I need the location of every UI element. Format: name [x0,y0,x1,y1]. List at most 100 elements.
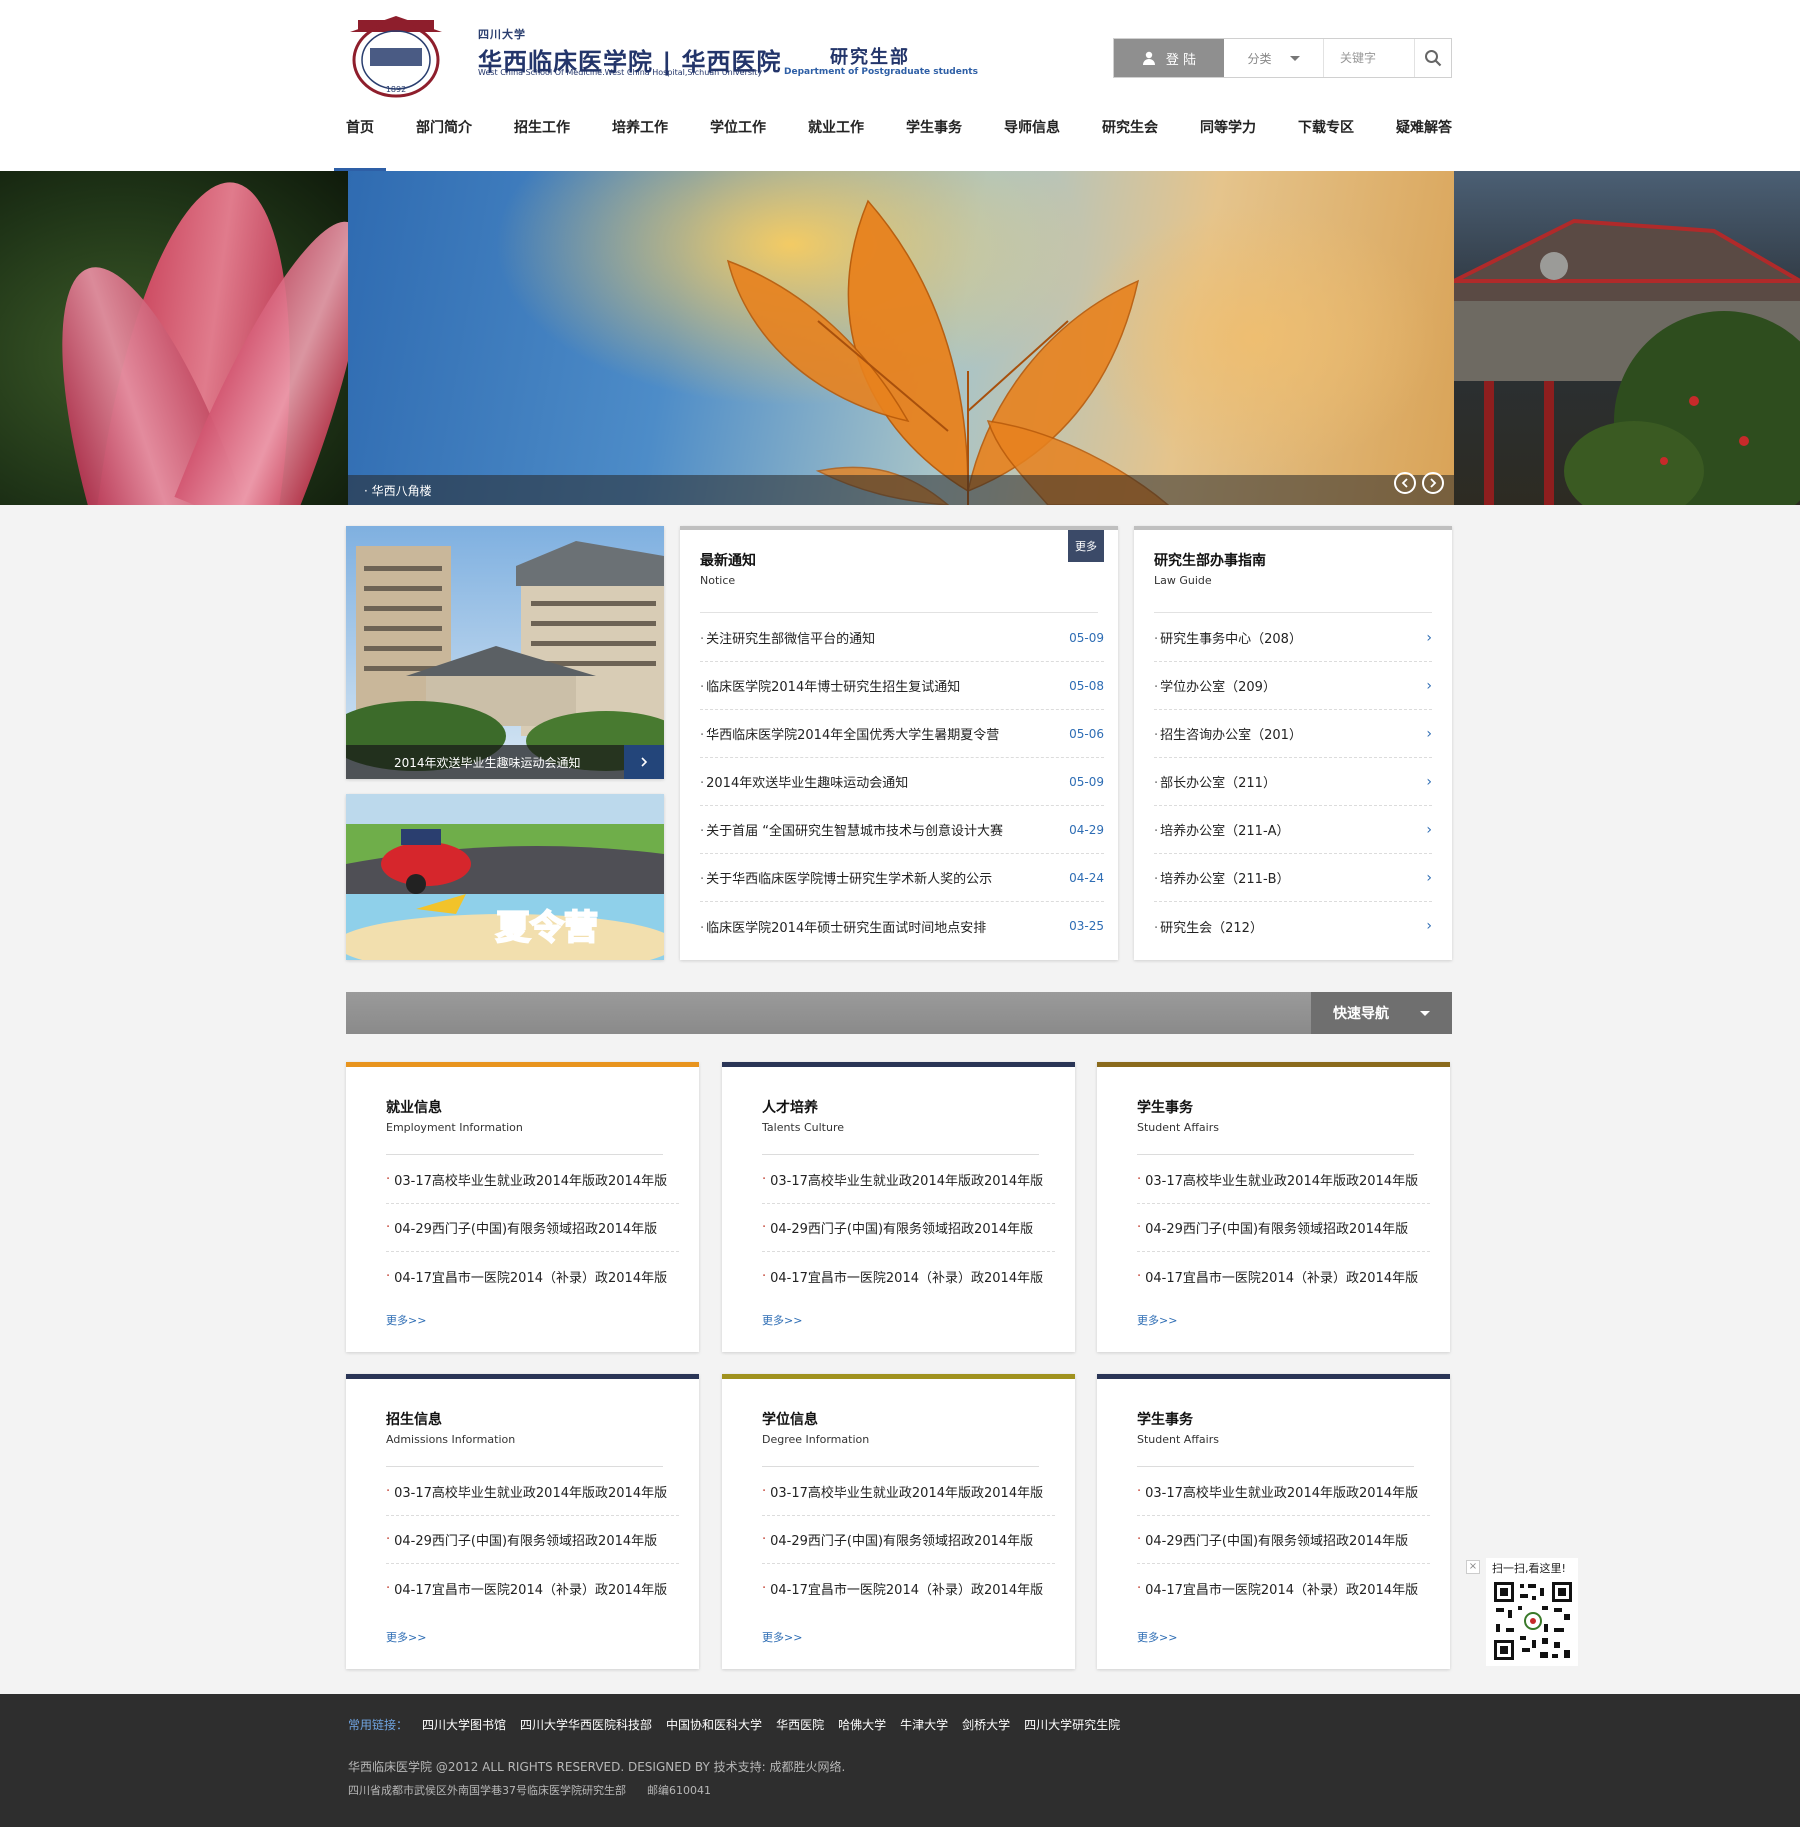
list-item[interactable]: · 04-29西门子(中国)有限务领域招政2014年版 [762,1516,1055,1564]
summer-camp-card[interactable]: 夏令营 [346,794,664,960]
list-item[interactable]: · 04-29西门子(中国)有限务领域招政2014年版 [1137,1516,1430,1564]
guide-item[interactable]: · 招生咨询办公室（201） › [1154,710,1432,758]
nav-item-student-union[interactable]: 研究生会 [1102,104,1158,171]
guide-item[interactable]: · 学位办公室（209） › [1154,662,1432,710]
featured-photo-card[interactable]: 2014年欢送毕业生趣味运动会通知 [346,526,664,779]
chevron-right-icon: › [1426,869,1432,886]
notice-item[interactable]: · 临床医学院2014年硕士研究生面试时间地点安排 03-25 [700,902,1104,950]
card-more-link[interactable]: 更多>> [386,1312,426,1328]
notice-item[interactable]: · 关注研究生部微信平台的通知 05-09 [700,614,1104,662]
card-more-link[interactable]: 更多>> [1137,1312,1177,1328]
footer-link[interactable]: 牛津大学 [900,1716,948,1733]
login-label: 登 陆 [1165,52,1197,68]
footer-link[interactable]: 剑桥大学 [962,1716,1010,1733]
footer-link[interactable]: 华西医院 [776,1716,824,1733]
notice-more-button[interactable]: 更多 [1068,530,1104,562]
list-item[interactable]: · 03-17高校毕业生就业政2014年版政2014年版 [762,1468,1055,1516]
notice-item[interactable]: · 关于首届 “全国研究生智慧城市技术与创意设计大赛 04-29 [700,806,1104,854]
notice-date: 05-06 [1069,726,1104,741]
qr-hint: 扫一扫,看这里! [1492,1562,1566,1575]
list-item[interactable]: · 04-17宜昌市一医院2014（补录）政2014年版 [386,1252,679,1300]
nav-item-advisors[interactable]: 导师信息 [1004,104,1060,171]
nav-item-downloads[interactable]: 下载专区 [1298,104,1354,171]
card-more-link[interactable]: 更多>> [762,1312,802,1328]
card-subtitle: Student Affairs [1137,1433,1219,1446]
footer-link[interactable]: 四川大学图书馆 [422,1716,506,1733]
list-item[interactable]: · 04-29西门子(中国)有限务领域招政2014年版 [762,1204,1055,1252]
guide-item[interactable]: · 培养办公室（211-A） › [1154,806,1432,854]
list-item[interactable]: · 04-29西门子(中国)有限务领域招政2014年版 [386,1516,679,1564]
nav-item-admissions[interactable]: 招生工作 [514,104,570,171]
footer-link[interactable]: 四川大学研究生院 [1024,1716,1120,1733]
notice-date: 04-24 [1069,870,1104,885]
card-more-link[interactable]: 更多>> [762,1629,802,1645]
footer-link[interactable]: 哈佛大学 [838,1716,886,1733]
banner-prev-image[interactable] [0,171,406,505]
login-button[interactable]: 登 陆 [1114,39,1224,77]
card-more-link[interactable]: 更多>> [1137,1629,1177,1645]
list-item[interactable]: · 03-17高校毕业生就业政2014年版政2014年版 [1137,1468,1430,1516]
list-item[interactable]: · 03-17高校毕业生就业政2014年版政2014年版 [386,1468,679,1516]
nav-item-degree[interactable]: 学位工作 [710,104,766,171]
school-name-en: West China School Of Medicine.West China… [478,68,763,77]
qr-code-float: × 扫一扫,看这里! [1466,1558,1578,1666]
chevron-right-icon: › [1426,677,1432,694]
card-title: 学生事务 [1137,1412,1193,1428]
nav-item-employment[interactable]: 就业工作 [808,104,864,171]
chevron-right-icon: › [1426,725,1432,742]
card-more-link[interactable]: 更多>> [386,1629,426,1645]
list-item[interactable]: · 04-17宜昌市一医院2014（补录）政2014年版 [762,1564,1055,1612]
notice-date: 05-09 [1069,774,1104,789]
list-item[interactable]: · 03-17高校毕业生就业政2014年版政2014年版 [1137,1156,1430,1204]
guide-item[interactable]: · 研究生事务中心（208） › [1154,614,1432,662]
hospital-building-image [346,526,664,779]
banner-main-image[interactable]: · 华西八角楼 [348,171,1454,505]
chevron-right-icon: › [1426,918,1432,934]
chevron-right-icon: › [1426,821,1432,838]
card-title: 学生事务 [1137,1100,1193,1116]
notice-item[interactable]: · 临床医学院2014年博士研究生招生复试通知 05-08 [700,662,1104,710]
banner-slider: · 华西八角楼 [0,171,1800,505]
footer-link[interactable]: 中国协和医科大学 [666,1716,762,1733]
search-button[interactable] [1414,39,1451,77]
info-card-degree: 学位信息 Degree Information · 03-17高校毕业生就业政20… [722,1374,1075,1669]
category-select[interactable]: 分类 [1224,39,1324,77]
list-item[interactable]: · 03-17高校毕业生就业政2014年版政2014年版 [762,1156,1055,1204]
notice-item[interactable]: · 关于华西临床医学院博士研究生学术新人奖的公示 04-24 [700,854,1104,902]
main-nav: 首页 部门简介 招生工作 培养工作 学位工作 就业工作 学生事务 导师信息 研究… [334,104,1452,171]
guide-item[interactable]: · 部长办公室（211） › [1154,758,1432,806]
nav-item-faq[interactable]: 疑难解答 [1396,104,1452,171]
notice-date: 05-09 [1069,630,1104,645]
card-list: · 03-17高校毕业生就业政2014年版政2014年版 · 04-29西门子(中国… [762,1468,1055,1612]
nav-item-home[interactable]: 首页 [334,104,386,171]
list-item[interactable]: · 04-17宜昌市一医院2014（补录）政2014年版 [762,1252,1055,1300]
nav-item-equivalent[interactable]: 同等学力 [1200,104,1256,171]
guide-item[interactable]: · 研究生会（212） › [1154,902,1432,950]
nav-item-training[interactable]: 培养工作 [612,104,668,171]
list-item[interactable]: · 04-29西门子(中国)有限务领域招政2014年版 [1137,1204,1430,1252]
quick-nav-button[interactable]: 快速导航 [1311,992,1452,1034]
guide-list: · 研究生事务中心（208） › · 学位办公室（209） › · 招生咨询办公室（201… [1154,614,1432,950]
info-card-talents: 人才培养 Talents Culture · 03-17高校毕业生就业政2014年… [722,1062,1075,1352]
notice-item[interactable]: · 2014年欢送毕业生趣味运动会通知 05-09 [700,758,1104,806]
card-divider [386,1466,663,1467]
card-title: 人才培养 [762,1100,818,1116]
list-item[interactable]: · 04-29西门子(中国)有限务领域招政2014年版 [386,1204,679,1252]
site-header: 1892 四川大学 华西临床医学院 | 华西医院 West China Scho… [0,0,1800,171]
footer-link[interactable]: 四川大学华西医院科技部 [520,1716,652,1733]
keyword-input[interactable] [1324,39,1414,77]
guide-subtitle: Law Guide [1154,574,1212,587]
nav-item-about[interactable]: 部门简介 [416,104,472,171]
nav-item-student-affairs[interactable]: 学生事务 [906,104,962,171]
list-item[interactable]: · 04-17宜昌市一医院2014（补录）政2014年版 [386,1564,679,1612]
banner-prev-button[interactable] [1394,472,1416,494]
featured-photo-go-button[interactable] [624,745,664,779]
banner-next-image[interactable] [1453,171,1800,505]
guide-item[interactable]: · 培养办公室（211-B） › [1154,854,1432,902]
banner-next-button[interactable] [1422,472,1444,494]
qr-close-button[interactable]: × [1466,1560,1480,1574]
list-item[interactable]: · 04-17宜昌市一医院2014（补录）政2014年版 [1137,1252,1430,1300]
list-item[interactable]: · 03-17高校毕业生就业政2014年版政2014年版 [386,1156,679,1204]
list-item[interactable]: · 04-17宜昌市一医院2014（补录）政2014年版 [1137,1564,1430,1612]
notice-item[interactable]: · 华西临床医学院2014年全国优秀大学生暑期夏令营 05-06 [700,710,1104,758]
